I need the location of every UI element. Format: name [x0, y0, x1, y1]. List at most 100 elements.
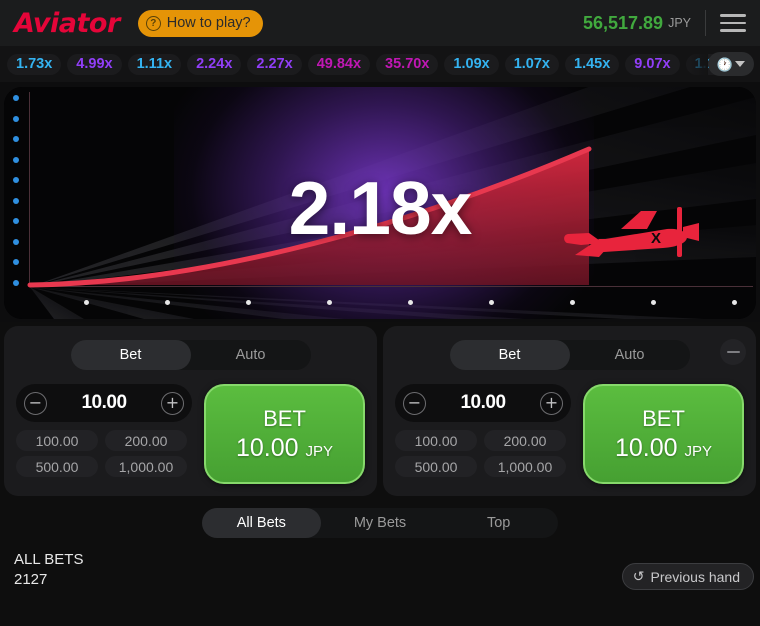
how-to-play-label: How to play?: [166, 15, 251, 31]
multiplier-history-bar: 1.73x 4.99x 1.11x 2.24x 2.27x 49.84x 35.70x 1.0…: [0, 46, 760, 82]
stake-value[interactable]: 10.00: [81, 392, 127, 414]
panel-body: −10.00 +100.00 200.00 500.00 1,000.00 BET 10.0…: [395, 384, 744, 484]
bet-panel: Bet Auto −10.00 +100.00 200.00 500.00 1,000.00…: [4, 326, 377, 496]
hamburger-menu-icon[interactable]: [720, 14, 746, 32]
panel-body: −10.00 +100.00 200.00 500.00 1,000.00 BET 10.0…: [16, 384, 365, 484]
history-multiplier[interactable]: 1.11x: [127, 53, 182, 75]
game-area: 2.18x X: [0, 82, 760, 322]
previous-hand-button[interactable]: ↺ Previous hand: [621, 563, 754, 590]
remove-panel-button[interactable]: [720, 339, 746, 365]
plus-circle-icon[interactable]: +: [160, 391, 184, 415]
quick-amount-chip[interactable]: 200.00: [105, 430, 187, 451]
bet-button-amount: 10.00: [614, 433, 678, 462]
chevron-down-icon: [735, 61, 746, 67]
svg-text:X: X: [651, 230, 661, 247]
history-toggle-button[interactable]: 🕐: [708, 52, 754, 76]
x-axis-dot: [732, 300, 737, 305]
y-axis-dot: [13, 279, 19, 286]
tab-my-bets[interactable]: My Bets: [321, 508, 440, 538]
bet-button-label: BET: [642, 405, 685, 431]
quick-amount-chips: 100.00 200.00 500.00 1,000.00: [395, 430, 571, 477]
app-logo: Aviator: [14, 7, 120, 39]
y-axis-dot: [13, 136, 19, 142]
x-axis-dot: [570, 300, 575, 305]
bet-button-label: BET: [263, 405, 306, 431]
place-bet-button[interactable]: BET 10.00 JPY: [583, 384, 744, 484]
y-axis-dot: [13, 156, 19, 163]
quick-amount-chip[interactable]: 1,000.00: [484, 456, 566, 477]
history-multiplier[interactable]: 1.73x: [7, 53, 62, 75]
history-multiplier[interactable]: 1.07x: [504, 53, 559, 75]
quick-amount-chips: 100.00 200.00 500.00 1,000.00: [16, 430, 192, 477]
y-axis-dot: [13, 197, 19, 204]
tab-bet[interactable]: Bet: [70, 340, 191, 370]
y-axis-dot: [13, 115, 19, 122]
history-multiplier[interactable]: 4.99x: [67, 53, 122, 75]
x-axis-dot: [651, 300, 656, 305]
stake-controls: − 10.00 +100.00 200.00 500.00 1,000.00: [16, 384, 192, 484]
balance-area: 56,517.89 JPY: [583, 10, 746, 36]
bet-button-currency: JPY: [684, 442, 713, 460]
airplane-icon: X: [564, 207, 699, 257]
x-axis-dot: [246, 300, 251, 305]
stake-controls: − 10.00 +100.00 200.00 500.00 1,000.00: [395, 384, 571, 484]
bet-button-amount: 10.00: [235, 433, 299, 462]
tab-top[interactable]: Top: [439, 508, 558, 538]
x-axis-dot: [408, 300, 413, 305]
all-bets-label: ALL BETS: [14, 551, 84, 568]
question-mark-icon: ?: [145, 15, 161, 31]
bets-footer: ALL BETS 2127 ↺ Previous hand: [4, 538, 760, 590]
quick-amount-chip[interactable]: 1,000.00: [105, 456, 187, 477]
y-axis-dot: [13, 95, 19, 101]
y-axis-dot: [13, 218, 19, 224]
stake-stepper: − 10.00 +: [395, 384, 571, 422]
bets-tabs: All Bets My Bets Top: [202, 508, 558, 538]
quick-amount-chip[interactable]: 100.00: [16, 430, 98, 451]
app-header: Aviator ? How to play? 56,517.89 JPY: [0, 0, 760, 46]
quick-amount-chip[interactable]: 500.00: [16, 456, 98, 477]
history-multiplier[interactable]: 35.70x: [376, 53, 439, 75]
all-bets-count: 2127: [14, 571, 48, 588]
minus-circle-icon[interactable]: −: [403, 391, 426, 415]
history-multiplier[interactable]: 9.07x: [625, 53, 680, 75]
quick-amount-chip[interactable]: 200.00: [484, 430, 566, 451]
bet-panel: Bet Auto − 10.00 +100.00 200.00 500.00 1,000.00…: [383, 326, 756, 496]
bet-panels: Bet Auto −10.00 +100.00 200.00 500.00 1,000.00…: [0, 322, 760, 496]
x-axis-dot: [84, 300, 89, 305]
bottom-section: All Bets My Bets Top ALL BETS 2127 ↺ Previ…: [0, 496, 760, 590]
quick-amount-chip[interactable]: 500.00: [395, 456, 477, 477]
history-fade: [678, 46, 708, 82]
stake-value[interactable]: 10.00: [460, 392, 506, 414]
bet-button-amount-row: 10.00 JPY: [615, 434, 712, 463]
bet-button-currency: JPY: [305, 442, 334, 460]
y-axis-dot: [13, 259, 19, 265]
y-axis-dot: [13, 177, 19, 183]
plus-circle-icon[interactable]: +: [539, 391, 563, 415]
minus-icon: [726, 350, 740, 354]
tab-auto[interactable]: Auto: [191, 340, 311, 370]
minus-circle-icon[interactable]: −: [24, 391, 47, 415]
balance-amount: 56,517.89: [582, 12, 664, 33]
history-clock-icon: 🕐: [716, 56, 734, 72]
place-bet-button[interactable]: BET 10.00 JPY: [204, 384, 365, 484]
bet-mode-toggle: Bet Auto: [70, 340, 311, 370]
how-to-play-button[interactable]: ? How to play?: [137, 9, 263, 37]
stake-stepper: − 10.00 +: [16, 384, 192, 422]
history-multiplier[interactable]: 1.09x: [444, 53, 499, 75]
x-axis-dot: [489, 300, 494, 305]
quick-amount-chip[interactable]: 100.00: [395, 430, 477, 451]
tab-bet[interactable]: Bet: [449, 340, 570, 370]
history-multiplier[interactable]: 1.45x: [565, 53, 620, 75]
history-multiplier[interactable]: 49.84x: [307, 53, 371, 75]
history-multiplier[interactable]: 2.24x: [187, 53, 242, 75]
tab-all-bets[interactable]: All Bets: [202, 508, 321, 538]
previous-hand-label: Previous hand: [650, 568, 740, 585]
header-divider: [705, 10, 706, 36]
game-canvas: 2.18x X: [4, 87, 756, 319]
x-axis-dot: [327, 300, 332, 305]
history-multiplier[interactable]: 2.27x: [247, 53, 302, 75]
bet-button-amount-row: 10.00 JPY: [236, 434, 333, 463]
y-axis-dot: [13, 238, 19, 245]
tab-auto[interactable]: Auto: [570, 340, 690, 370]
history-clock-icon: ↺: [632, 568, 645, 584]
